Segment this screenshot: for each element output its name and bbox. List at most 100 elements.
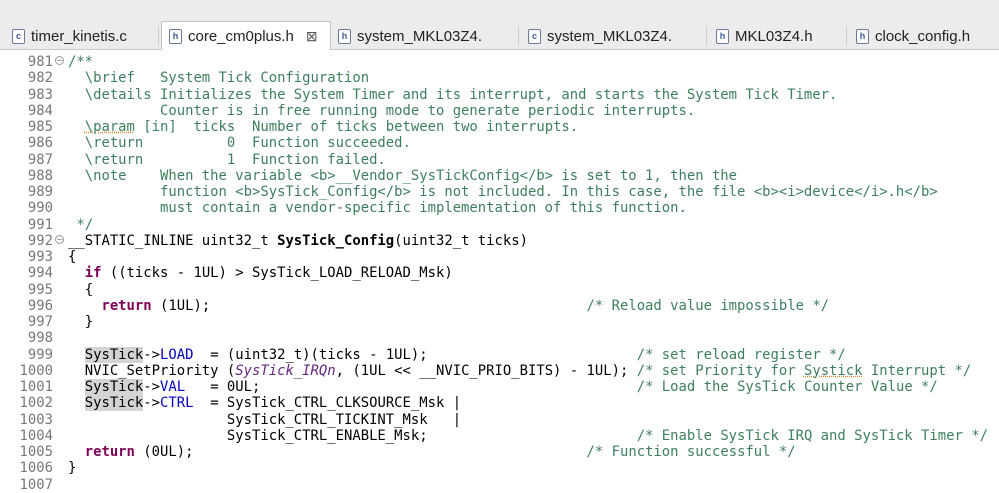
code-line[interactable]: 1005 return (0UL); /* Function successfu…	[0, 444, 999, 460]
code-text: \param [in] ticks Number of ticks betwee…	[68, 119, 578, 135]
editor-tab-bar: c timer_kinetis.c h core_cm0plus.h ⊠ h s…	[0, 0, 999, 50]
tab-timer-kinetis-c[interactable]: c timer_kinetis.c	[6, 22, 156, 50]
code-token: (1UL);	[151, 297, 587, 314]
code-line[interactable]: 994 if ((ticks - 1UL) > SysTick_LOAD_REL…	[0, 265, 999, 281]
code-line[interactable]: 983 \details Initializes the System Time…	[0, 87, 999, 103]
code-line[interactable]: 1007	[0, 477, 999, 493]
tab-system-mkl03z4-h[interactable]: h system_MKL03Z4.	[334, 22, 514, 50]
code-token: if	[84, 265, 102, 282]
code-text: */	[68, 217, 93, 233]
code-editor[interactable]: 981−/** 982 \brief System Tick Configurat…	[0, 50, 999, 493]
code-text: return (0UL); /* Function successful */	[68, 444, 796, 460]
code-line[interactable]: 984 Counter is in free running mode to g…	[0, 103, 999, 119]
code-token: SysTick_IRQn	[235, 362, 336, 379]
code-token: = 0UL;	[185, 379, 637, 395]
code-token: [in] ticks Number of ticks between two i…	[134, 119, 579, 135]
code-line[interactable]: 1004 SysTick_CTRL_ENABLE_Msk; /* Enable …	[0, 428, 999, 444]
code-line[interactable]: 996 return (1UL); /* Reload value imposs…	[0, 298, 999, 314]
code-line[interactable]: 987 \return 1 Function failed.	[0, 152, 999, 168]
tab-label: system_MKL03Z4.	[547, 27, 673, 45]
code-token: \return 0 Function succeeded.	[68, 135, 411, 152]
code-text: SysTick->VAL = 0UL; /* Load the SysTick …	[68, 379, 938, 395]
code-line[interactable]: 991 */	[0, 217, 999, 233]
line-number: 997	[27, 314, 53, 330]
code-text: Counter is in free running mode to gener…	[68, 103, 695, 119]
line-number: 995	[27, 281, 53, 298]
tab-separator	[158, 26, 159, 46]
code-line[interactable]: 1006}	[0, 460, 999, 476]
line-number: 987	[27, 151, 53, 168]
code-token: = (uint32_t)(ticks - 1UL);	[193, 346, 637, 363]
code-text: function <b>SysTick_Config</b> is not in…	[68, 184, 938, 200]
code-line[interactable]: 999 SysTick->LOAD = (uint32_t)(ticks - 1…	[0, 346, 999, 363]
tab-mkl03z4-h[interactable]: h MKL03Z4.h	[712, 22, 842, 50]
code-token: SysTick	[84, 346, 144, 363]
code-text: SysTick_CTRL_ENABLE_Msk; /* Enable SysTi…	[68, 428, 988, 444]
code-text: \return 1 Function failed.	[68, 152, 386, 168]
code-token: ->	[143, 395, 161, 412]
code-line[interactable]: 1002 SysTick->CTRL = SysTick_CTRL_CLKSOU…	[0, 395, 999, 412]
code-line[interactable]: 981−/**	[0, 54, 999, 70]
line-number: 1003	[19, 411, 53, 428]
tab-core-cm0plus-h[interactable]: h core_cm0plus.h ⊠	[161, 21, 331, 50]
line-number: 981	[27, 54, 53, 70]
tab-clock-config-h[interactable]: h clock_config.h	[852, 22, 997, 50]
line-number: 993	[27, 249, 53, 265]
line-number: 1001	[19, 379, 53, 395]
code-line[interactable]: 988 \note When the variable <b>__Vendor_…	[0, 168, 999, 184]
h-file-icon: h	[856, 28, 869, 44]
code-token: Interrupt */	[862, 362, 972, 379]
code-line[interactable]: 997 }	[0, 314, 999, 330]
code-token: = SysTick_CTRL_CLKSOURCE_Msk |	[193, 395, 462, 412]
code-text: __STATIC_INLINE uint32_t SysTick_Config(…	[68, 233, 528, 249]
code-line[interactable]: 995 {	[0, 282, 999, 298]
code-token: \param	[84, 119, 135, 135]
fold-toggle-icon[interactable]: −	[55, 56, 64, 65]
line-number: 989	[27, 184, 53, 200]
code-token: ->	[143, 379, 161, 395]
line-number: 996	[27, 297, 53, 314]
line-number: 1004	[19, 427, 53, 444]
code-line[interactable]: 1001 SysTick->VAL = 0UL; /* Load the Sys…	[0, 379, 999, 395]
line-number: 992	[27, 232, 53, 249]
code-line[interactable]: 989 function <b>SysTick_Config</b> is no…	[0, 184, 999, 200]
code-line[interactable]: 992− __STATIC_INLINE uint32_t SysTick_Con…	[0, 233, 999, 249]
line-number: 994	[27, 265, 53, 282]
tab-label: clock_config.h	[875, 27, 971, 45]
tab-separator	[706, 26, 707, 46]
line-number: 1007	[19, 476, 53, 493]
code-line[interactable]: 1000 NVIC_SetPriority (SysTick_IRQn, (1U…	[0, 363, 999, 379]
code-token: \note When the variable <b>__Vendor_SysT…	[68, 167, 738, 184]
code-token: /* Function successful */	[586, 444, 796, 460]
close-tab-icon[interactable]: ⊠	[306, 28, 318, 45]
code-token: /* Load the SysTick Counter Value */	[636, 379, 938, 395]
code-token: function <b>SysTick_Config</b> is not in…	[68, 184, 938, 200]
code-text: {	[68, 249, 76, 265]
code-token: , (1UL << __NVIC_PRIO_BITS) - 1UL);	[335, 362, 637, 379]
code-line[interactable]: 985 \param [in] ticks Number of ticks be…	[0, 119, 999, 135]
code-token: NVIC_SetPriority (	[68, 362, 236, 379]
code-text: }	[68, 314, 93, 330]
code-token: ->	[143, 346, 161, 363]
code-line[interactable]: 993 {	[0, 249, 999, 265]
tab-system-mkl03z4-c[interactable]: c system_MKL03Z4.	[524, 22, 704, 50]
tab-label: timer_kinetis.c	[31, 27, 127, 45]
code-token: ((ticks - 1UL) > SysTick_LOAD_RELOAD_Msk…	[101, 265, 453, 282]
code-token: \brief System Tick Configuration	[68, 70, 370, 87]
code-text: must contain a vendor-specific implement…	[68, 200, 687, 216]
code-token: CTRL	[160, 395, 194, 412]
code-token: \details Initializes the System Timer an…	[68, 86, 838, 103]
code-line[interactable]: 998	[0, 330, 999, 346]
h-file-icon: h	[338, 28, 351, 44]
code-line[interactable]: 982 \brief System Tick Configuration	[0, 70, 999, 86]
code-token: return	[101, 297, 152, 314]
code-line[interactable]: 990 must contain a vendor-specific imple…	[0, 200, 999, 216]
code-token: SysTick	[84, 379, 144, 395]
code-line[interactable]: 986 \return 0 Function succeeded.	[0, 135, 999, 151]
code-text: {	[68, 282, 93, 298]
line-number: 1002	[19, 395, 53, 412]
code-line[interactable]: 1003 SysTick_CTRL_TICKINT_Msk |	[0, 412, 999, 428]
fold-toggle-icon[interactable]: −	[55, 234, 64, 244]
